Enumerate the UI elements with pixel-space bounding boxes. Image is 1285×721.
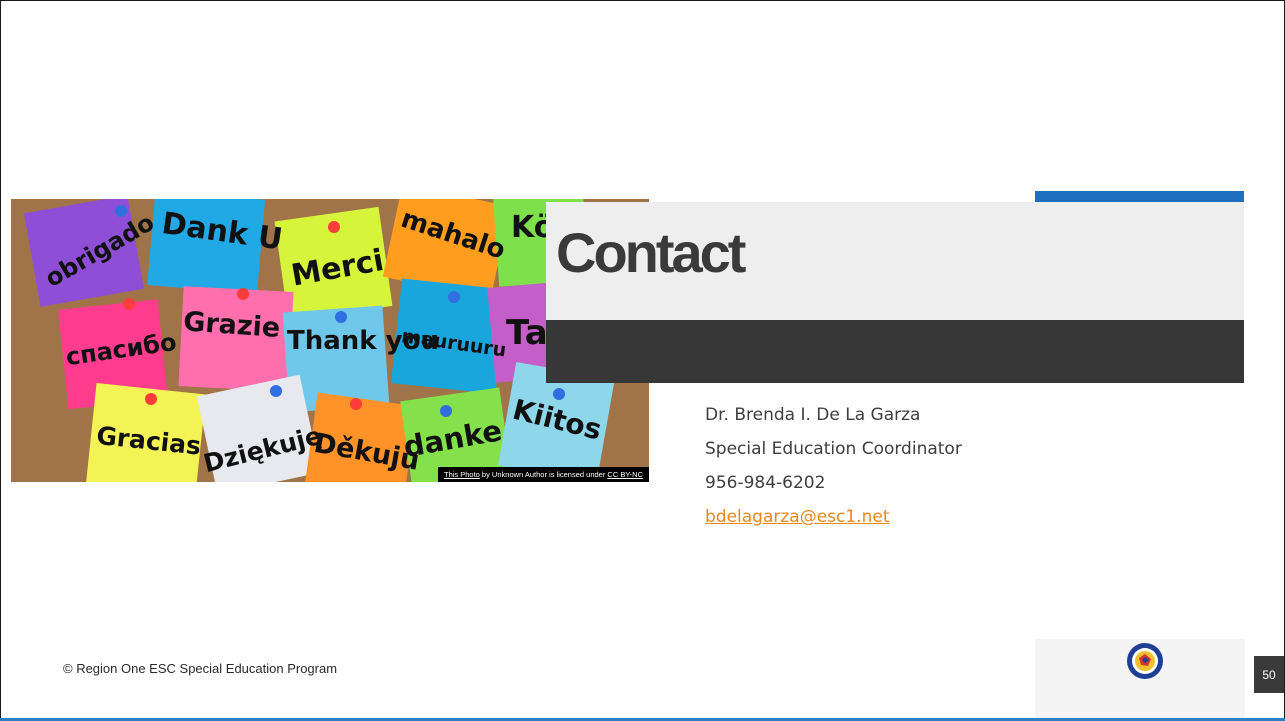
region-one-seal-icon xyxy=(1127,643,1163,679)
contact-role: Special Education Coordinator xyxy=(705,439,962,459)
footer-copyright: © Region One ESC Special Education Progr… xyxy=(63,661,338,676)
photo-attribution: This Photo by Unknown Author is licensed… xyxy=(437,467,649,482)
contact-name: Dr. Brenda I. De La Garza xyxy=(705,405,921,425)
contact-email-link[interactable]: bdelagarza@esc1.net xyxy=(705,507,890,527)
title-underbar xyxy=(546,320,1244,383)
this-photo-link[interactable]: This Photo xyxy=(444,470,480,479)
license-link[interactable]: CC BY-NC xyxy=(607,470,643,479)
title-box: Contact xyxy=(546,202,1244,320)
accent-bar xyxy=(1035,191,1244,202)
contact-phone: 956-984-6202 xyxy=(705,473,826,493)
page-number: 50 xyxy=(1254,656,1284,693)
contact-block: Dr. Brenda I. De La Garza Special Educat… xyxy=(705,403,962,539)
attribution-text: by Unknown Author is licensed under xyxy=(479,470,608,479)
slide-title: Contact xyxy=(556,221,746,284)
slide: obrigado Dank U Merci mahalo Kö спасибо … xyxy=(0,0,1285,720)
